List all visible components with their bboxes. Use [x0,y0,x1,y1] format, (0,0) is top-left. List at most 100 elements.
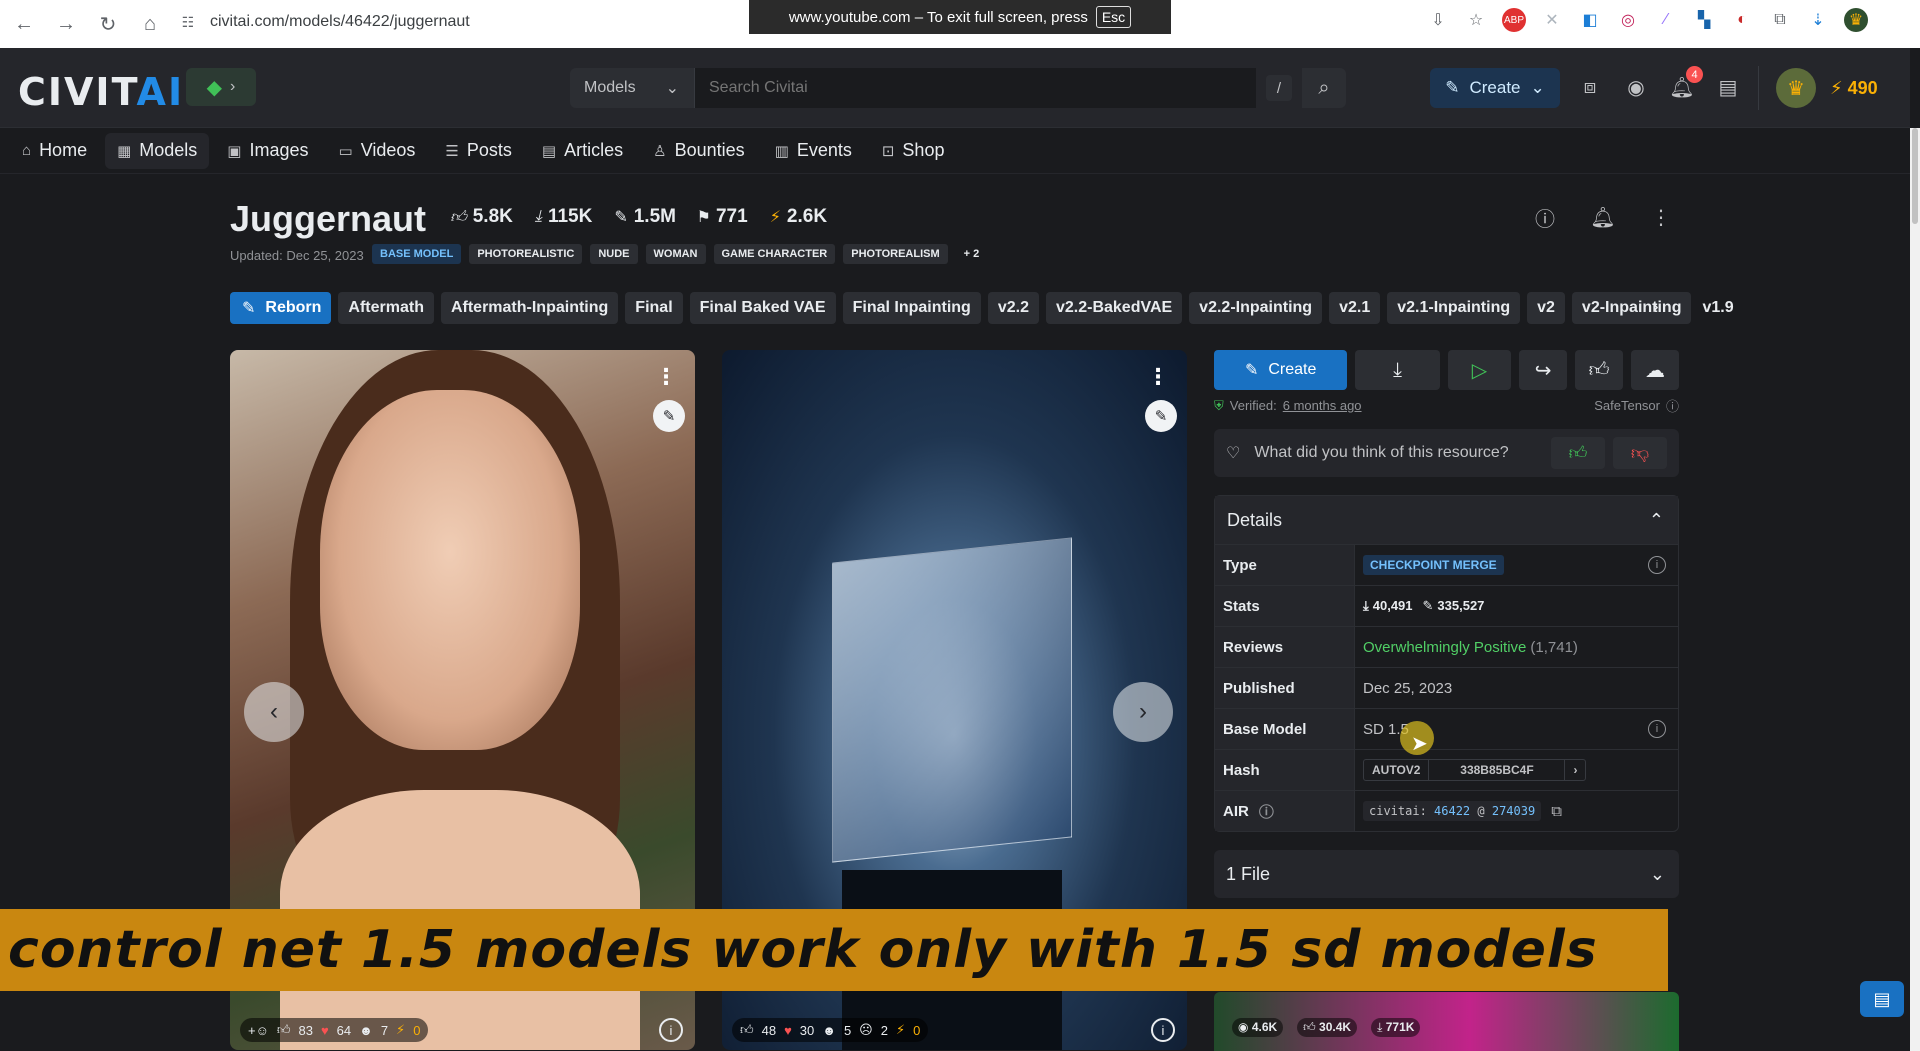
bell-icon[interactable]: 🔔︎ 4 [1669,66,1703,100]
info-icon[interactable]: ⓘ [1259,801,1274,822]
like-button[interactable]: 👍︎ [1575,350,1624,390]
version-tab[interactable]: Final Inpainting [842,292,981,324]
tag-base-model[interactable]: BASE MODEL [372,244,462,264]
tag[interactable]: GAME CHARACTER [713,244,836,264]
bookmarks-stat[interactable]: ⚑ 771 [698,206,748,228]
hash-value[interactable]: 338B85BC4F [1429,760,1564,780]
version-tab[interactable]: v2.2 [987,292,1039,324]
more-menu-icon[interactable]: ⋮ [1147,364,1169,390]
create-button[interactable]: ✎ Create ⌄ [1430,68,1560,108]
files-panel-header[interactable]: 1 File ⌄ [1214,850,1679,898]
chat-icon[interactable]: ▤ [1715,74,1741,100]
address-bar[interactable]: ☷ civitai.com/models/46422/juggernaut [178,6,758,38]
tag[interactable]: PHOTOREALISM [843,244,948,264]
carousel-next-button[interactable]: › [1113,682,1173,742]
version-tab-active[interactable]: ✎ Reborn [230,292,332,324]
site-switcher-button[interactable]: ◆ › [186,68,256,106]
detail-value[interactable]: Overwhelmingly Positive (1,741) [1355,639,1578,656]
search-icon[interactable]: ⌕ [1302,68,1346,108]
nav-item-home[interactable]: ⌂ Home [10,133,99,169]
extension-color-icon[interactable]: ◐ [1730,8,1754,32]
avatar[interactable]: ♛ [1776,68,1816,108]
search-type-select[interactable]: Models ⌄ [570,68,695,108]
nav-item-bounties[interactable]: ♙ Bounties [641,133,757,169]
install-app-icon[interactable]: ⇩ [1426,8,1450,32]
home-icon[interactable]: ⌂ [132,6,168,42]
reviews-rating[interactable]: Overwhelmingly Positive [1363,639,1526,656]
tag[interactable]: PHOTOREALISTIC [469,244,583,264]
version-tab[interactable]: v2.1-Inpainting [1387,292,1521,324]
version-tab[interactable]: v1.9 [1698,292,1737,324]
download-button[interactable]: ⤓ [1355,350,1440,390]
extensions-puzzle-icon[interactable]: ⧉ [1768,8,1792,32]
tag[interactable]: NUDE [590,244,638,264]
create-button[interactable]: ✎ Create [1214,350,1348,390]
reaction-pill[interactable]: +☺ 👍︎ 83 ♥ 64 ☻ 7 ⚡ 0 [240,1018,429,1042]
carousel-prev-button[interactable]: ‹ [244,682,304,742]
extension-target-icon[interactable]: ◎ [1616,8,1640,32]
forward-icon[interactable]: → [48,6,84,42]
nav-item-images[interactable]: ▣ Images [215,133,320,169]
extension-square-icon[interactable]: ◧ [1578,8,1602,32]
nav-item-events[interactable]: ▥ Events [763,133,864,169]
version-tab[interactable]: Aftermath-Inpainting [440,292,619,324]
thumbs-down-button[interactable]: 👎︎ [1613,437,1667,469]
cloud-button[interactable]: ☁ [1631,350,1679,390]
bell-icon[interactable]: 🔔︎ [1588,202,1618,232]
info-icon[interactable]: i [1151,1018,1175,1042]
info-icon[interactable]: i [1648,556,1666,574]
nav-item-shop[interactable]: ⊡ Shop [870,133,957,169]
more-menu-icon[interactable]: ⋮ [1646,202,1676,232]
remix-icon[interactable]: ✎ [1145,400,1177,432]
chevron-right-icon[interactable]: › [1564,760,1585,780]
info-icon[interactable]: ⓘ [1666,396,1679,415]
info-icon[interactable]: ⓘ [1530,202,1560,232]
search-input[interactable] [695,68,1256,108]
eye-icon[interactable]: ◉ [1623,74,1649,100]
site-settings-icon[interactable]: ☷ [178,12,198,32]
share-button[interactable]: ↪ [1519,350,1568,390]
info-icon[interactable]: i [1648,720,1666,738]
version-tab[interactable]: v2-Inpainting [1571,292,1692,324]
nav-item-posts[interactable]: ☰ Posts [433,133,523,169]
version-tab[interactable]: Final [625,292,683,324]
version-tab[interactable]: v2.1 [1329,292,1381,324]
buzz-balance[interactable]: ⚡ 490 [1830,78,1878,99]
version-tab[interactable]: Final Baked VAE [689,292,836,324]
civitai-logo[interactable]: CIVITAI [18,70,184,114]
extension-grid-icon[interactable]: ▚ [1692,8,1716,32]
profile-icon[interactable]: ♛ [1844,8,1868,32]
tag-more-button[interactable]: + 2 [956,244,988,264]
upload-screen-icon[interactable]: ⧈ [1577,74,1603,100]
nav-item-models[interactable]: ▦ Models [105,132,210,169]
remix-icon[interactable]: ✎ [653,400,685,432]
chevron-right-icon[interactable]: › [1652,296,1659,319]
nav-item-videos[interactable]: ▭ Videos [327,133,428,169]
hash-type[interactable]: AUTOV2 [1364,760,1430,780]
scrollbar-thumb[interactable] [1912,128,1918,224]
adblock-icon[interactable]: ABP [1502,8,1526,32]
version-tab[interactable]: v2.2-Inpainting [1189,292,1323,324]
details-header[interactable]: Details ⌃ [1215,496,1678,544]
support-chat-button[interactable]: ▤ [1860,981,1904,1017]
buzz-stat[interactable]: ⚡ 2.6K [770,206,827,228]
play-button[interactable]: ▷ [1447,350,1512,390]
version-tab[interactable]: v2.2-BakedVAE [1045,292,1183,324]
page-scrollbar[interactable] [1910,128,1920,1051]
bookmark-star-icon[interactable]: ☆ [1464,8,1488,32]
more-menu-icon[interactable]: ⋮ [655,364,677,390]
version-tab[interactable]: Aftermath [338,292,434,324]
extension-pen-icon[interactable]: ∕ [1654,8,1678,32]
reload-icon[interactable]: ↻ [90,6,126,42]
copy-icon[interactable]: ⧉ [1551,803,1562,820]
thumbs-up-button[interactable]: 👍︎ [1551,437,1605,469]
downloads-icon[interactable]: ⇣ [1806,8,1830,32]
tag[interactable]: WOMAN [645,244,706,264]
version-tab[interactable]: v2 [1527,292,1565,324]
nav-item-articles[interactable]: ▤ Articles [530,133,635,169]
info-icon[interactable]: i [659,1018,683,1042]
reaction-pill[interactable]: 👍︎ 48 ♥ 30 ☻ 5 ☹ 2 ⚡ 0 [732,1018,929,1042]
back-icon[interactable]: ← [6,6,42,42]
extension-tool-icon[interactable]: ✕ [1540,8,1564,32]
verified-time[interactable]: 6 months ago [1283,398,1362,413]
